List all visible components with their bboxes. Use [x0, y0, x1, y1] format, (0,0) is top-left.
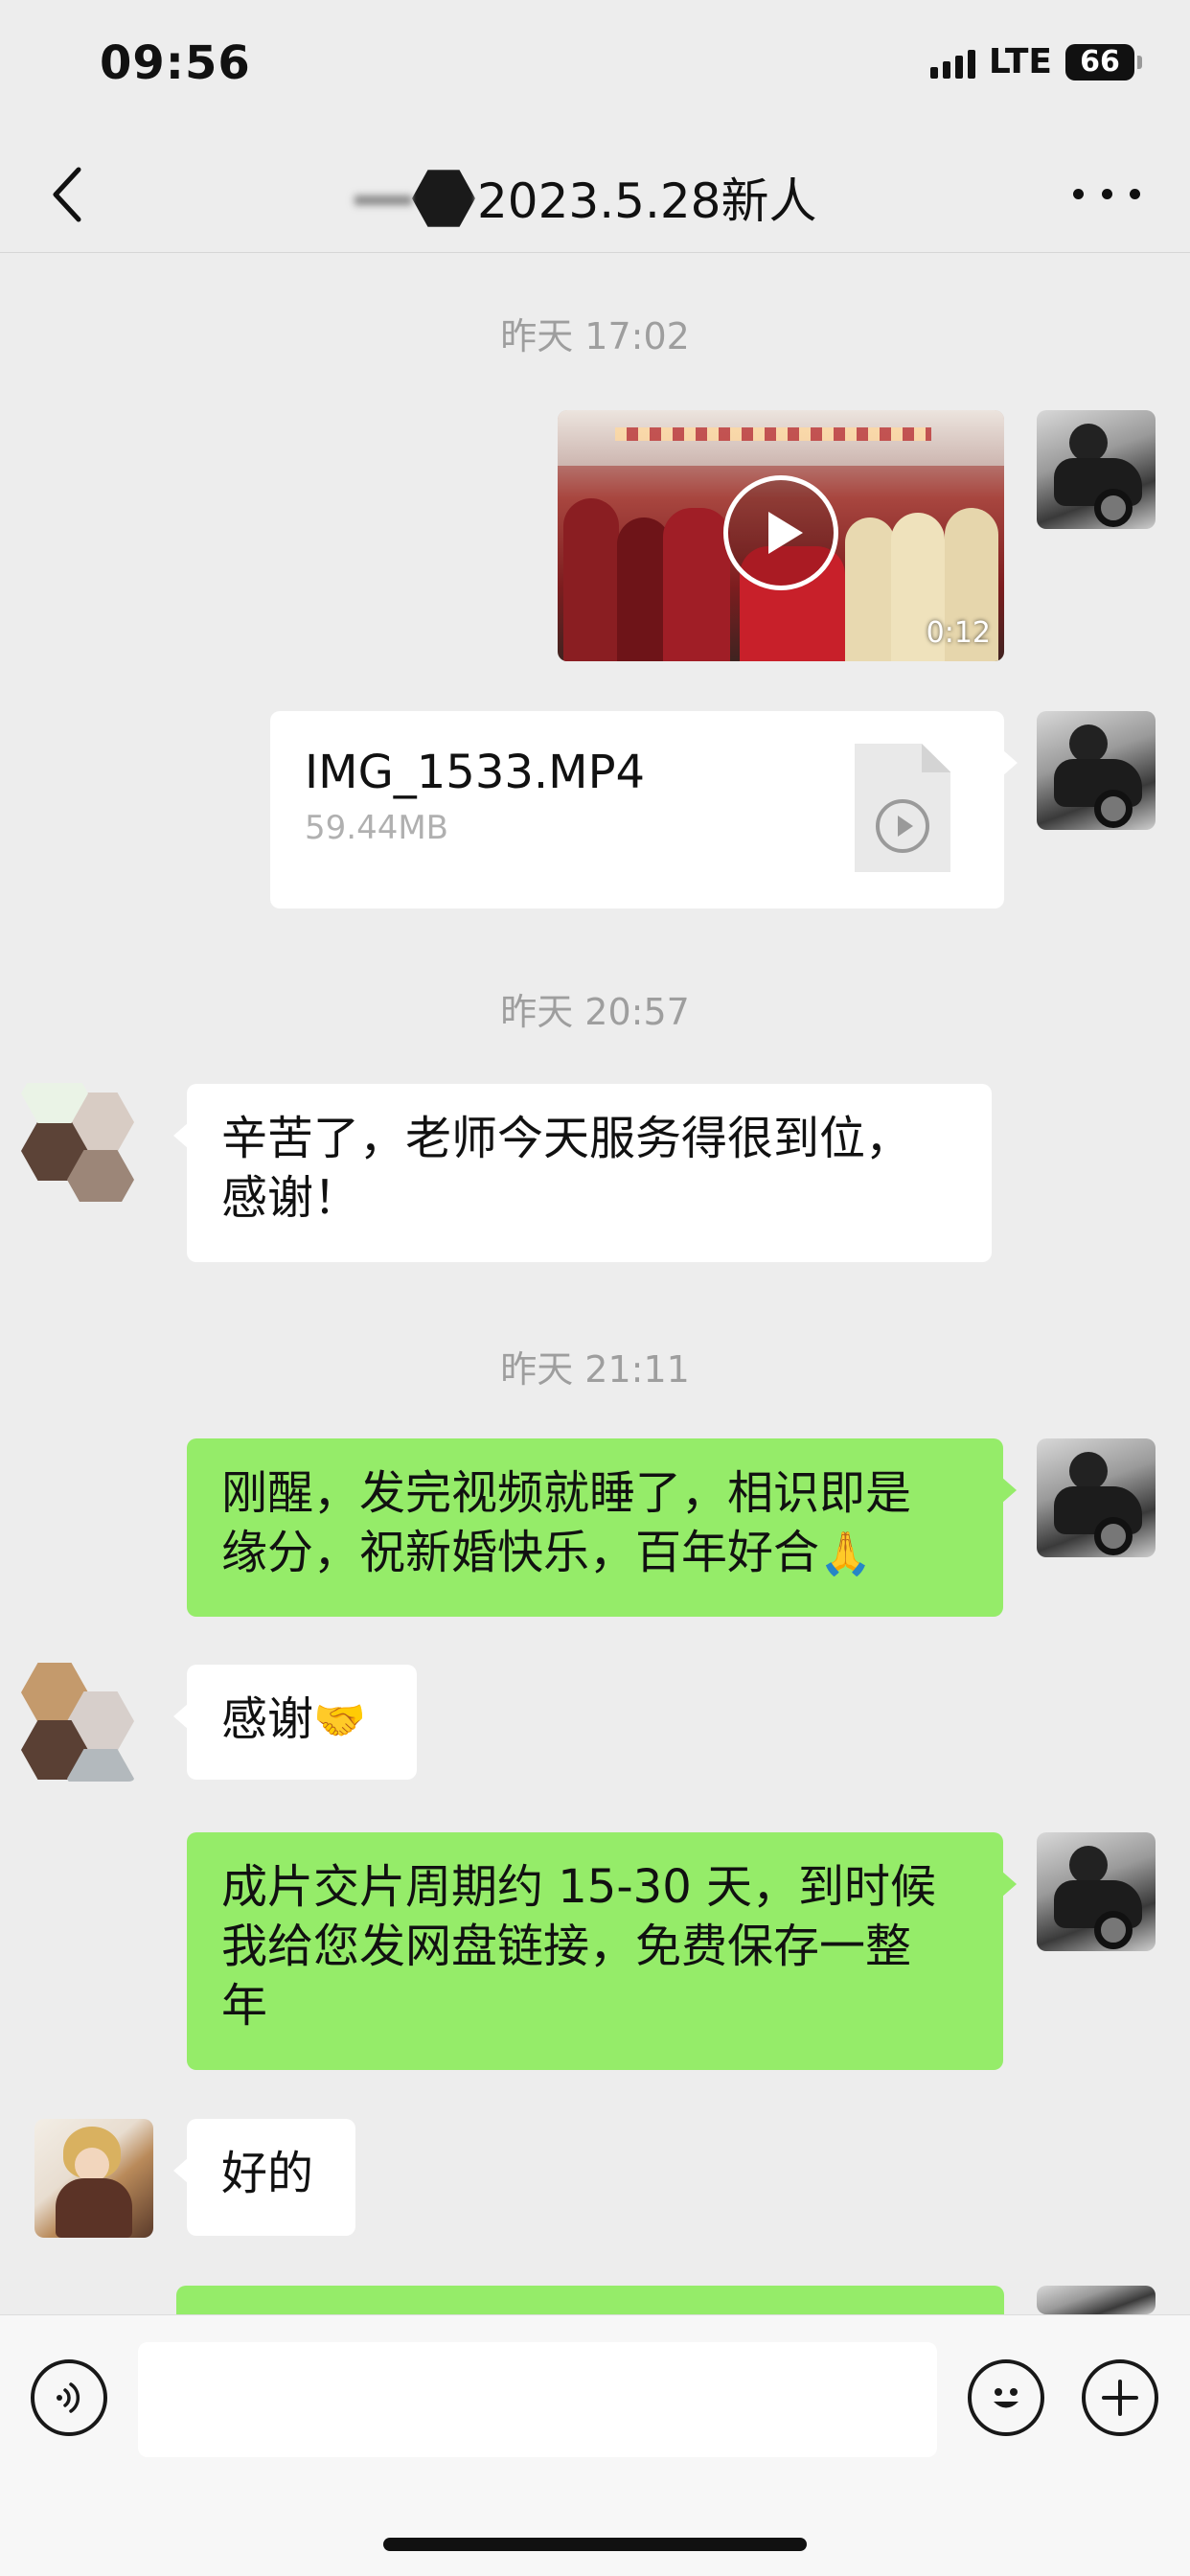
voice-button[interactable]: [31, 2359, 107, 2436]
message-input[interactable]: [138, 2342, 937, 2457]
signal-icon: [929, 46, 975, 79]
message-text: 好的: [221, 2147, 314, 2200]
timestamp: 昨天 20:57: [500, 991, 690, 1033]
play-icon: [768, 512, 803, 554]
handshake-emoji: 🤝: [313, 1696, 366, 1745]
my-avatar[interactable]: [1037, 2286, 1156, 2314]
file-message[interactable]: IMG_1533.MP4 59.44MB: [270, 711, 1018, 908]
timestamp: 昨天 21:11: [500, 1348, 690, 1391]
message-text: 年: [221, 1979, 268, 2033]
timestamp: 昨天 17:02: [500, 315, 690, 357]
chat-area[interactable]: 昨天 17:02 0:12 IMG_1533.MP4 59.44MB 昨天 20…: [0, 254, 1190, 2314]
message-bubble[interactable]: 辛苦了，老师今天服务得很到位， 感谢！: [173, 1084, 992, 1262]
contact-avatar[interactable]: [19, 1663, 138, 1782]
plus-icon: [1102, 2380, 1138, 2416]
video-duration: 0:12: [926, 616, 991, 650]
chat-title: 2023.5.28新人: [477, 173, 817, 229]
contact-avatar[interactable]: [19, 1083, 138, 1202]
contact-avatar[interactable]: [34, 2119, 153, 2238]
message-bubble[interactable]: 感谢🤝: [173, 1665, 417, 1780]
plus-button[interactable]: [1082, 2359, 1158, 2436]
message-text: 缘分，祝新婚快乐，百年好合: [221, 1526, 820, 1579]
redacted-title-part: [345, 163, 475, 232]
network-label: LTE: [988, 42, 1052, 81]
file-size: 59.44MB: [305, 809, 448, 847]
video-file-icon: [855, 744, 950, 872]
emoji-icon: [994, 2388, 1018, 2408]
nav-bar: 2023.5.28新人: [0, 134, 1190, 253]
video-message[interactable]: 0:12: [558, 410, 1004, 661]
battery-level: 66: [1080, 45, 1120, 79]
input-bar: [0, 2314, 1190, 2576]
status-indicators: LTE 66: [929, 42, 1142, 81]
voice-icon: [57, 2382, 80, 2413]
message-text: 成片交片周期约 15-30 天，到时候: [221, 1860, 936, 1914]
message-text: 辛苦了，老师今天服务得很到位，: [221, 1112, 912, 1165]
my-avatar[interactable]: [1037, 410, 1156, 529]
play-button[interactable]: [723, 475, 838, 590]
emoji-button[interactable]: [968, 2359, 1044, 2436]
message-text: 我给您发网盘链接，免费保存一整: [221, 1920, 912, 1973]
my-avatar[interactable]: [1037, 1438, 1156, 1557]
message-text: 刚醒，发完视频就睡了，相识即是: [221, 1466, 912, 1520]
message-bubble-partial[interactable]: [176, 2286, 1004, 2314]
message-bubble[interactable]: 成片交片周期约 15-30 天，到时候 我给您发网盘链接，免费保存一整 年: [187, 1832, 1017, 2070]
message-text: 感谢: [221, 1692, 314, 1746]
home-indicator: [383, 2538, 807, 2551]
battery-icon: 66: [1065, 43, 1142, 80]
status-bar: 09:56 LTE 66: [0, 0, 1190, 134]
back-icon: [53, 167, 81, 222]
my-avatar[interactable]: [1037, 711, 1156, 830]
pray-emoji: 🙏: [819, 1530, 872, 1578]
message-text: 感谢！: [221, 1171, 360, 1225]
back-button[interactable]: [38, 161, 96, 228]
more-icon: [1073, 188, 1084, 199]
file-name: IMG_1533.MP4: [305, 746, 646, 799]
chat-title-area: 2023.5.28新人: [345, 163, 816, 232]
my-avatar[interactable]: [1037, 1832, 1156, 1951]
status-time: 09:56: [100, 36, 251, 90]
message-bubble[interactable]: 刚醒，发完视频就睡了，相识即是 缘分，祝新婚快乐，百年好合🙏: [187, 1438, 1017, 1617]
more-button[interactable]: [1073, 172, 1140, 215]
message-bubble[interactable]: 好的: [173, 2119, 355, 2236]
